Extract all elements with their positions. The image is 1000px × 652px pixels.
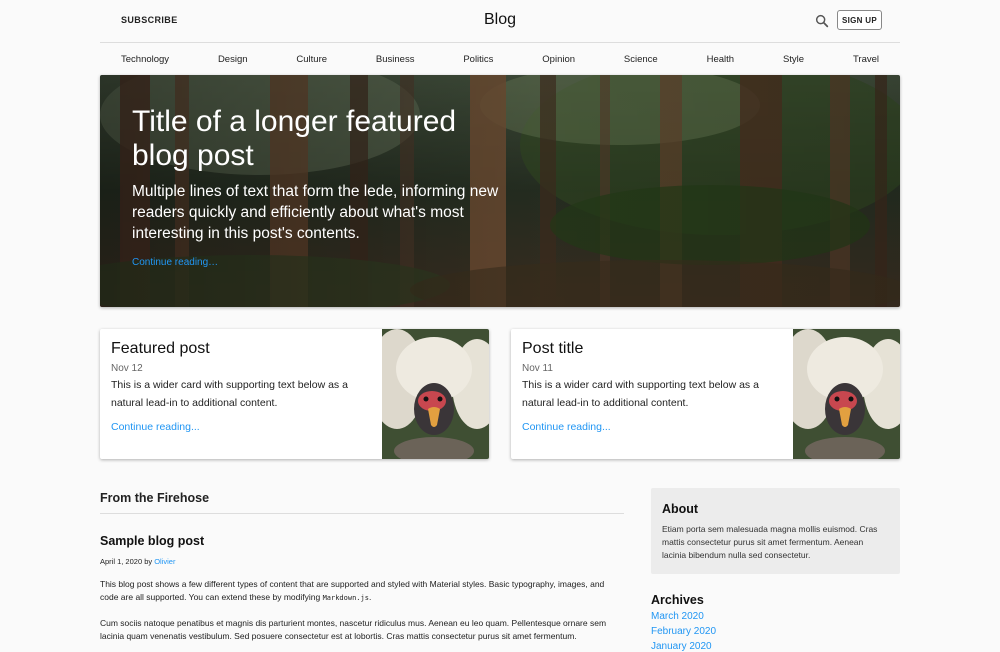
card-text: This is a wider card with supporting tex… [522,379,759,409]
hero-continue-link[interactable]: Continue reading… [132,257,512,268]
card-body: Post title Nov 11 This is a wider card w… [522,340,784,433]
card-title: Post title [522,340,584,357]
archives-section: Archives March 2020 February 2020 Januar… [651,593,900,652]
about-box: About Etiam porta sem malesuada magna mo… [651,488,900,574]
inline-code: Markdown.js [322,594,369,602]
card-date: Nov 12 [111,363,143,374]
vulture-image [793,329,900,459]
paragraph-text: . [368,592,372,602]
author-link[interactable]: Olivier [154,557,175,566]
site-header: SUBSCRIBE Blog SIGN UP [100,0,900,43]
nav-item-politics[interactable]: Politics [463,54,493,65]
sign-up-button[interactable]: SIGN UP [837,10,882,30]
card-text: This is a wider card with supporting tex… [111,379,348,409]
hero-title: Title of a longer featured blog post [132,105,457,172]
archive-link[interactable]: January 2020 [651,641,900,652]
card-title: Featured post [111,340,210,357]
nav-item-travel[interactable]: Travel [853,54,879,65]
archives-list: March 2020 February 2020 January 2020 [651,611,900,652]
nav-item-health[interactable]: Health [707,54,734,65]
site-title: Blog [483,11,517,28]
hero-lede: Multiple lines of text that form the led… [132,183,499,242]
card-date: Nov 11 [522,363,553,374]
search-icon[interactable] [814,13,830,29]
archive-link[interactable]: March 2020 [651,611,900,622]
card-continue-link[interactable]: Continue reading... [111,421,373,433]
nav-item-technology[interactable]: Technology [121,54,169,65]
post-date: April 1, 2020 by [100,557,155,566]
hero-text-block: Title of a longer featured blog post Mul… [132,105,512,268]
nav-item-design[interactable]: Design [218,54,248,65]
card-continue-link[interactable]: Continue reading... [522,421,784,433]
card-body: Featured post Nov 12 This is a wider car… [111,340,373,433]
archives-title: Archives [651,593,704,607]
nav-item-opinion[interactable]: Opinion [542,54,575,65]
nav-item-business[interactable]: Business [376,54,415,65]
category-nav: Technology Design Culture Business Polit… [100,43,900,75]
featured-post-card[interactable]: Featured post Nov 12 This is a wider car… [100,329,489,459]
nav-item-culture[interactable]: Culture [296,54,327,65]
about-text: Etiam porta sem malesuada magna mollis e… [662,524,878,560]
vulture-image [382,329,489,459]
nav-item-science[interactable]: Science [624,54,658,65]
archive-link[interactable]: February 2020 [651,626,900,637]
post-paragraph: This blog post shows a few different typ… [100,578,624,605]
about-title: About [662,502,699,516]
nav-item-style[interactable]: Style [783,54,804,65]
featured-hero: Title of a longer featured blog post Mul… [100,75,900,307]
post-title-card[interactable]: Post title Nov 11 This is a wider card w… [511,329,900,459]
post-title: Sample blog post [100,534,205,548]
main-content: From the Firehose Sample blog post April… [100,488,624,643]
post-paragraph: Cum sociis natoque penatibus et magnis d… [100,618,607,641]
section-heading: From the Firehose [100,491,624,514]
post-meta: April 1, 2020 by Olivier [100,557,624,566]
